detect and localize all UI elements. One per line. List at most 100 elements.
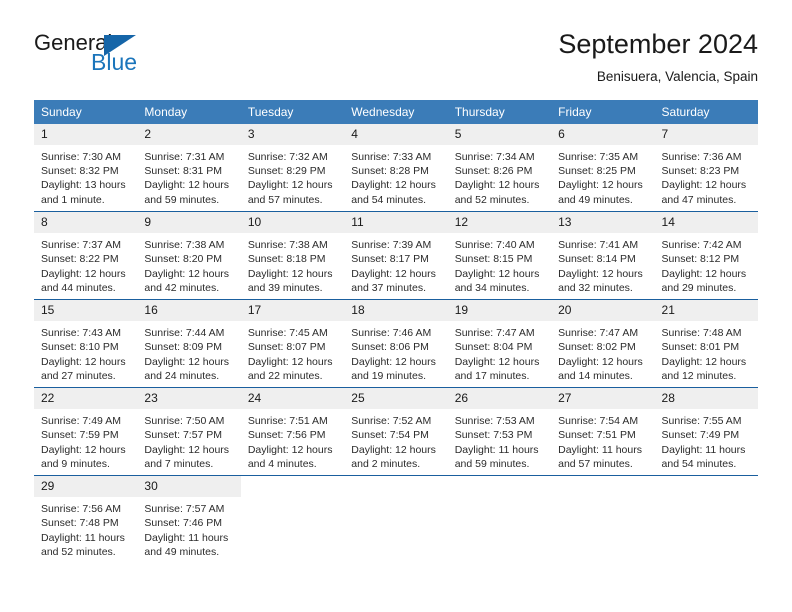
day-info: Sunrise: 7:37 AM Sunset: 8:22 PM Daylight:… [34, 233, 137, 295]
day-cell[interactable]: 25 Sunrise: 7:52 AM Sunset: 7:54 PM Dayligh… [344, 387, 448, 476]
sunset-text: Sunset: 8:09 PM [144, 341, 223, 354]
day-number: 6 [551, 123, 655, 145]
daylight-text-line1: Daylight: 12 hours [41, 355, 126, 368]
daylight-text-line2: and 27 minutes. [41, 370, 116, 383]
day-cell[interactable]: 20 Sunrise: 7:47 AM Sunset: 8:02 PM Dayligh… [551, 299, 655, 388]
day-cell[interactable]: 29 Sunrise: 7:56 AM Sunset: 7:48 PM Dayligh… [34, 475, 138, 564]
daylight-text-line2: and 54 minutes. [661, 458, 737, 471]
daylight-text-line1: Daylight: 12 hours [351, 267, 436, 280]
day-cell[interactable]: 7 Sunrise: 7:36 AM Sunset: 8:23 PM Daylight… [654, 123, 758, 212]
day-cell[interactable]: 1 Sunrise: 7:30 AM Sunset: 8:32 PM Daylight… [34, 123, 138, 212]
day-cell-empty [447, 475, 552, 564]
sunrise-text: Sunrise: 7:43 AM [41, 327, 121, 340]
day-cell[interactable]: 15 Sunrise: 7:43 AM Sunset: 8:10 PM Dayligh… [34, 299, 138, 388]
day-info: Sunrise: 7:31 AM Sunset: 8:31 PM Daylight:… [137, 145, 240, 207]
day-cell[interactable]: 28 Sunrise: 7:55 AM Sunset: 7:49 PM Dayligh… [654, 387, 758, 476]
calendar-week-row: 15 Sunrise: 7:43 AM Sunset: 8:10 PM Dayligh… [34, 299, 758, 388]
calendar-header-row: Sunday Monday Tuesday Wednesday Thursday Frid… [34, 99, 758, 124]
day-cell[interactable]: 9 Sunrise: 7:38 AM Sunset: 8:20 PM Daylight… [137, 211, 241, 300]
daylight-text-line1: Daylight: 12 hours [144, 355, 230, 368]
sunset-text: Sunset: 8:02 PM [558, 341, 636, 354]
sunset-text: Sunset: 8:12 PM [661, 253, 740, 266]
daylight-text-line1: Daylight: 13 hours [41, 179, 126, 192]
day-number: 11 [344, 212, 448, 234]
sunset-text: Sunset: 8:25 PM [558, 164, 636, 177]
day-cell[interactable]: 4 Sunrise: 7:33 AM Sunset: 8:28 PM Daylight… [344, 123, 448, 212]
calendar-page: General Blue September 2024 Benisuera, V… [0, 0, 792, 612]
day-cell[interactable]: 16 Sunrise: 7:44 AM Sunset: 8:09 PM Dayligh… [137, 299, 241, 388]
day-number: 27 [551, 388, 655, 410]
sunrise-text: Sunrise: 7:47 AM [558, 327, 639, 340]
daylight-text-line2: and 9 minutes. [41, 458, 110, 471]
day-cell[interactable]: 5 Sunrise: 7:34 AM Sunset: 8:26 PM Daylight… [447, 123, 552, 212]
daylight-text-line2: and 7 minutes. [144, 458, 214, 471]
day-cell[interactable]: 12 Sunrise: 7:40 AM Sunset: 8:15 PM Dayligh… [447, 211, 552, 300]
day-number: 1 [34, 123, 138, 145]
daylight-text-line1: Daylight: 12 hours [558, 179, 643, 192]
day-cell[interactable]: 8 Sunrise: 7:37 AM Sunset: 8:22 PM Daylight… [34, 211, 138, 300]
day-info: Sunrise: 7:47 AM Sunset: 8:02 PM Daylight:… [551, 321, 654, 383]
calendar-week-row: 29 Sunrise: 7:56 AM Sunset: 7:48 PM Dayligh… [34, 475, 758, 564]
sunrise-text: Sunrise: 7:39 AM [351, 239, 432, 252]
daylight-text-line1: Daylight: 12 hours [558, 355, 643, 368]
calendar-table: Sunday Monday Tuesday Wednesday Thursday Frid… [34, 99, 758, 564]
day-cell[interactable]: 24 Sunrise: 7:51 AM Sunset: 7:56 PM Dayligh… [240, 387, 345, 476]
daylight-text-line1: Daylight: 12 hours [41, 443, 126, 456]
day-number: 8 [34, 212, 138, 234]
daylight-text-line1: Daylight: 12 hours [661, 267, 747, 280]
day-info: Sunrise: 7:32 AM Sunset: 8:29 PM Daylight:… [241, 145, 344, 207]
day-cell[interactable]: 6 Sunrise: 7:35 AM Sunset: 8:25 PM Daylight… [551, 123, 655, 212]
calendar-week-row: 1 Sunrise: 7:30 AM Sunset: 8:32 PM Daylight… [34, 123, 758, 212]
daylight-text-line1: Daylight: 11 hours [144, 531, 229, 544]
day-cell[interactable]: 2 Sunrise: 7:31 AM Sunset: 8:31 PM Daylight… [137, 123, 241, 212]
sunset-text: Sunset: 8:06 PM [351, 341, 429, 354]
day-number: 26 [447, 388, 552, 410]
daylight-text-line2: and 17 minutes. [454, 370, 530, 383]
sunrise-text: Sunrise: 7:38 AM [144, 239, 225, 252]
sunset-text: Sunset: 7:53 PM [454, 429, 533, 442]
day-number: 12 [447, 212, 552, 234]
sunset-text: Sunset: 8:29 PM [247, 164, 326, 177]
sunrise-text: Sunrise: 7:47 AM [454, 327, 535, 340]
day-info: Sunrise: 7:52 AM Sunset: 7:54 PM Daylight:… [344, 409, 447, 471]
day-info: Sunrise: 7:38 AM Sunset: 8:20 PM Daylight:… [137, 233, 240, 295]
day-cell[interactable]: 14 Sunrise: 7:42 AM Sunset: 8:12 PM Dayligh… [654, 211, 758, 300]
day-info: Sunrise: 7:46 AM Sunset: 8:06 PM Daylight:… [344, 321, 447, 383]
day-number: 17 [240, 300, 345, 322]
brand-logo[interactable]: General Blue [34, 30, 164, 78]
daylight-text-line1: Daylight: 11 hours [454, 443, 539, 456]
sunset-text: Sunset: 8:32 PM [41, 164, 119, 177]
day-cell-empty [654, 475, 758, 564]
weekday-header-monday: Monday [137, 99, 241, 124]
day-cell[interactable]: 17 Sunrise: 7:45 AM Sunset: 8:07 PM Dayligh… [240, 299, 345, 388]
day-cell[interactable]: 13 Sunrise: 7:41 AM Sunset: 8:14 PM Dayligh… [551, 211, 655, 300]
sunset-text: Sunset: 8:14 PM [558, 253, 636, 266]
day-cell[interactable]: 19 Sunrise: 7:47 AM Sunset: 8:04 PM Dayligh… [447, 299, 552, 388]
weekday-header-tuesday: Tuesday [240, 99, 345, 124]
day-cell[interactable]: 18 Sunrise: 7:46 AM Sunset: 8:06 PM Dayligh… [344, 299, 448, 388]
day-cell[interactable]: 3 Sunrise: 7:32 AM Sunset: 8:29 PM Daylight… [240, 123, 345, 212]
daylight-text-line1: Daylight: 12 hours [454, 267, 540, 280]
sunset-text: Sunset: 7:59 PM [41, 429, 119, 442]
daylight-text-line2: and 54 minutes. [351, 193, 426, 206]
day-number: 5 [447, 123, 552, 145]
day-cell[interactable]: 11 Sunrise: 7:39 AM Sunset: 8:17 PM Dayligh… [344, 211, 448, 300]
sunrise-text: Sunrise: 7:36 AM [661, 150, 742, 163]
day-info: Sunrise: 7:33 AM Sunset: 8:28 PM Daylight:… [344, 145, 447, 207]
sunset-text: Sunset: 8:15 PM [454, 253, 533, 266]
day-cell[interactable]: 22 Sunrise: 7:49 AM Sunset: 7:59 PM Dayligh… [34, 387, 138, 476]
day-info: Sunrise: 7:47 AM Sunset: 8:04 PM Daylight:… [448, 321, 551, 383]
day-cell[interactable]: 10 Sunrise: 7:38 AM Sunset: 8:18 PM Dayligh… [240, 211, 345, 300]
day-cell[interactable]: 23 Sunrise: 7:50 AM Sunset: 7:57 PM Dayligh… [137, 387, 241, 476]
day-cell[interactable]: 26 Sunrise: 7:53 AM Sunset: 7:53 PM Dayligh… [447, 387, 552, 476]
sunrise-text: Sunrise: 7:34 AM [454, 150, 535, 163]
day-number: 14 [654, 212, 758, 234]
day-cell[interactable]: 30 Sunrise: 7:57 AM Sunset: 7:46 PM Dayligh… [137, 475, 241, 564]
day-cell[interactable]: 27 Sunrise: 7:54 AM Sunset: 7:51 PM Dayligh… [551, 387, 655, 476]
title-block: September 2024 Benisuera, Valencia, Spai… [558, 29, 758, 83]
day-cell[interactable]: 21 Sunrise: 7:48 AM Sunset: 8:01 PM Dayligh… [654, 299, 758, 388]
day-number: 2 [137, 123, 241, 145]
sunrise-text: Sunrise: 7:56 AM [41, 503, 121, 516]
daylight-text-line1: Daylight: 12 hours [247, 355, 333, 368]
daylight-text-line1: Daylight: 12 hours [454, 355, 540, 368]
